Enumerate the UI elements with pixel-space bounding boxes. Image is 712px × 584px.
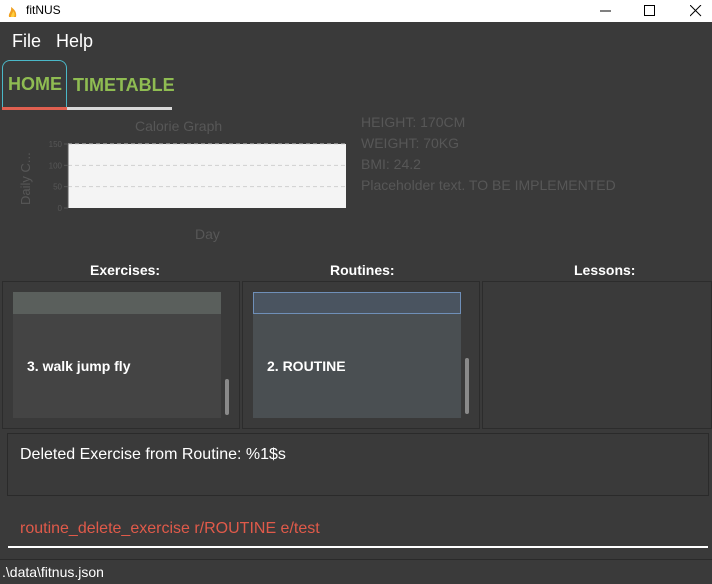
command-box [8,512,708,548]
result-text: Deleted Exercise from Routine: %1$s [20,446,286,463]
lessons-header: Lessons: [574,262,636,278]
home-panel: Calorie Graph Daily C... 0 50 100 150 Day H… [0,110,712,256]
height-stat: HEIGHT: 170CM [361,114,466,130]
chart-y-tick-label: 100 [49,161,63,170]
maximize-icon [644,5,655,16]
exercise-scrollbar[interactable] [225,379,229,415]
result-display: Deleted Exercise from Routine: %1$s [7,433,709,496]
command-input[interactable] [8,512,708,546]
chart-x-axis-label: Day [195,226,220,242]
routines-panel: 2. ROUTINE [242,281,480,429]
routine-scrollbar[interactable] [465,358,469,414]
chart-plot-area [68,144,346,208]
chart-title: Calorie Graph [135,118,223,134]
close-button[interactable] [674,0,712,22]
save-location: .\data\fitnus.json [2,564,104,580]
calorie-chart: 0 50 100 150 [49,140,346,213]
weight-stat: WEIGHT: 70KG [361,135,460,151]
minimize-button[interactable] [584,0,630,22]
app-icon [8,7,17,17]
menu-file[interactable]: File [12,31,41,52]
tab-home[interactable]: HOME [2,60,67,110]
status-bar: .\data\fitnus.json [0,559,712,584]
routine-list[interactable]: 2. ROUTINE [253,292,461,418]
tab-home-label: HOME [8,74,62,94]
tab-timetable-label: TIMETABLE [73,75,175,95]
bmi-stat: BMI: 24.2 [361,156,421,172]
list-item[interactable] [13,292,221,314]
exercises-panel: 3. walk jump fly [2,281,240,429]
lessons-panel [482,281,712,429]
routines-header: Routines: [330,262,395,278]
minimize-icon [600,10,611,12]
list-item-selected[interactable] [253,292,461,314]
title-bar: fitNUS [0,0,712,22]
menu-help[interactable]: Help [56,31,93,52]
close-icon [690,5,702,17]
routine-list-item[interactable]: 2. ROUTINE [267,358,346,374]
exercise-list-item[interactable]: 3. walk jump fly [27,358,130,374]
tab-bar: HOME TIMETABLE [0,58,712,110]
maximize-button[interactable] [628,0,674,22]
chart-y-tick-label: 0 [58,204,63,213]
placeholder-note: Placeholder text. TO BE IMPLEMENTED [361,177,616,193]
chart-y-tick-label: 150 [49,140,63,149]
tab-timetable[interactable]: TIMETABLE [67,60,175,110]
chart-y-tick-label: 50 [53,183,62,192]
window-title: fitNUS [26,3,61,17]
user-stats: HEIGHT: 170CM WEIGHT: 70KG BMI: 24.2 Pla… [361,112,616,196]
exercise-list[interactable]: 3. walk jump fly [13,292,221,418]
menu-bar: File Help [0,22,712,58]
exercises-header: Exercises: [90,262,161,278]
